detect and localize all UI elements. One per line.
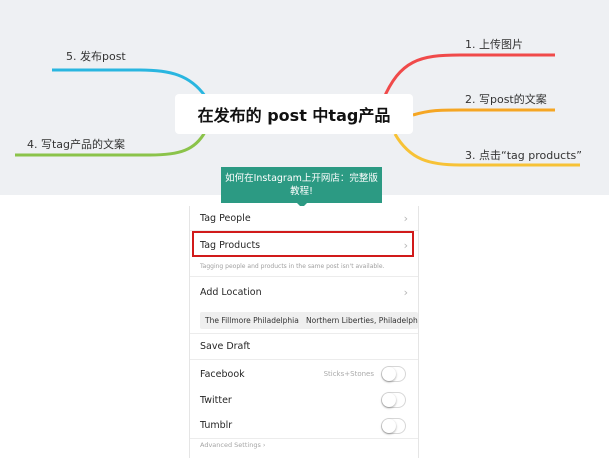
facebook-page-name: Sticks+Stones — [323, 370, 374, 378]
branch-write-caption: 2. 写post的文案 — [465, 93, 547, 106]
save-draft-label: Save Draft — [200, 341, 251, 352]
tag-people-label: Tag People — [200, 212, 251, 224]
facebook-toggle[interactable] — [381, 366, 406, 382]
add-location-label: Add Location — [200, 287, 262, 298]
chevron-right-icon: › — [403, 286, 408, 299]
tag-products-highlight — [192, 231, 414, 257]
branch-write-tag-caption: 4. 写tag产品的文案 — [27, 138, 126, 151]
chevron-right-icon: › — [403, 211, 408, 225]
tooltip-banner: 如何在Instagram上开网店：完整版教程! — [221, 167, 382, 203]
branch-publish-post: 5. 发布post — [66, 50, 126, 63]
mindmap: 在发布的 post 中tag产品 1. 上传图片 2. 写post的文案 3. … — [0, 0, 609, 195]
toggle-knob — [382, 393, 396, 407]
add-location-row[interactable]: Add Location › — [190, 280, 418, 305]
location-chip-northern-liberties[interactable]: Northern Liberties, Philadelphia — [301, 312, 418, 329]
toggle-knob — [382, 367, 396, 381]
facebook-label: Facebook — [200, 368, 245, 380]
branch-line-2 — [412, 108, 555, 117]
tag-people-row[interactable]: Tag People › — [190, 206, 418, 231]
tumblr-label: Tumblr — [200, 420, 233, 431]
branch-line-5 — [52, 68, 207, 97]
branch-click-tag-products: 3. 点击“tag products” — [465, 149, 582, 162]
central-topic: 在发布的 post 中tag产品 — [175, 94, 413, 134]
tumblr-toggle[interactable] — [381, 417, 406, 434]
save-draft-row[interactable]: Save Draft — [190, 334, 418, 360]
branch-upload-image: 1. 上传图片 — [465, 38, 523, 51]
tagging-note: Tagging people and products in the same … — [200, 263, 385, 270]
twitter-label: Twitter — [200, 394, 232, 406]
divider — [190, 276, 418, 277]
post-settings-panel: Tag People › Tag Products › Tagging peop… — [189, 206, 419, 458]
location-chip-fillmore[interactable]: The Fillmore Philadelphia — [200, 312, 306, 329]
twitter-row: Twitter — [190, 387, 418, 413]
tumblr-row: Tumblr — [190, 413, 418, 439]
toggle-knob — [382, 418, 396, 433]
advanced-settings-link[interactable]: Advanced Settings › — [200, 441, 266, 449]
twitter-toggle[interactable] — [381, 392, 406, 408]
facebook-row: Facebook Sticks+Stones — [190, 361, 418, 387]
